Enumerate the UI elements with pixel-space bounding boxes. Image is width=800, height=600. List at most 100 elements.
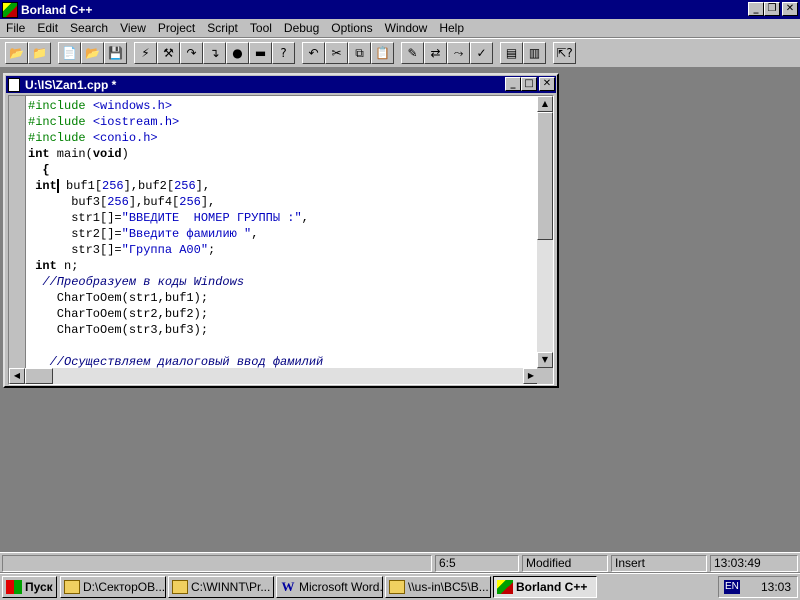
code-line[interactable]: CharToOem(str1,buf1); <box>28 290 538 306</box>
code-editor[interactable]: #include <windows.h> #include <iostream.h… <box>28 98 538 368</box>
taskbar-button-label: Microsoft Word... <box>299 580 383 594</box>
new-file-button[interactable]: 📄 <box>58 42 81 64</box>
evaluate-button[interactable]: ? <box>272 42 295 64</box>
taskbar-button[interactable]: W Microsoft Word... <box>276 576 383 598</box>
cascade-icon: ▥ <box>528 46 541 60</box>
breakpoint-button[interactable]: ● <box>226 42 249 64</box>
code-line[interactable]: #include <windows.h> <box>28 98 538 114</box>
code-token: //Осуществляем диалоговый ввод фамилий <box>28 355 324 368</box>
step-over-button[interactable]: ↷ <box>180 42 203 64</box>
restore-button[interactable]: ❐ <box>764 2 780 16</box>
compile-icon: ⚡ <box>141 46 150 60</box>
taskbar-button-label: D:\СекторОВ... <box>83 580 166 594</box>
document-icon[interactable] <box>8 77 20 92</box>
vertical-scrollbar[interactable]: ▲ ▼ <box>537 96 553 368</box>
start-button[interactable]: Пуск <box>2 576 57 598</box>
status-clock: 13:03:49 <box>710 555 798 572</box>
compile-button[interactable]: ⚡ <box>134 42 157 64</box>
code-line[interactable] <box>28 338 538 354</box>
editor-close-button[interactable]: ✕ <box>539 77 555 91</box>
code-line[interactable]: str2[]="Введите фамилию ", <box>28 226 538 242</box>
editor-window[interactable]: U:\IS\Zan1.cpp * _ □ ✕ #include <windows… <box>3 73 559 388</box>
paste-button[interactable]: 📋 <box>371 42 394 64</box>
undo-button[interactable]: ↶ <box>302 42 325 64</box>
menu-search[interactable]: Search <box>64 21 114 35</box>
taskbar-button[interactable]: D:\СекторОВ... <box>60 576 166 598</box>
code-token: n; <box>56 259 79 273</box>
editor-body[interactable]: #include <windows.h> #include <iostream.h… <box>8 95 554 385</box>
browse-button[interactable]: ✓ <box>470 42 493 64</box>
help-button[interactable]: ⇱? <box>553 42 576 64</box>
scroll-down-icon[interactable]: ▼ <box>537 352 553 368</box>
system-tray: EN 13:03 <box>718 576 798 598</box>
code-token: #include <box>28 99 93 113</box>
code-line[interactable]: CharToOem(str3,buf3); <box>28 322 538 338</box>
menu-project[interactable]: Project <box>152 21 201 35</box>
editor-minimize-button[interactable]: _ <box>505 77 521 91</box>
cut-button[interactable]: ✂ <box>325 42 348 64</box>
language-indicator[interactable]: EN <box>724 580 740 594</box>
app-titlebar[interactable]: Borland C++ _ ❐ ✕ <box>0 0 800 19</box>
code-line[interactable]: //Преобразуем в коды Windows <box>28 274 538 290</box>
taskbar-button[interactable]: Borland C++ <box>493 576 597 598</box>
code-line[interactable]: buf3[256],buf4[256], <box>28 194 538 210</box>
menu-tool[interactable]: Tool <box>244 21 278 35</box>
code-line[interactable]: str3[]="Группа А00"; <box>28 242 538 258</box>
copy-button[interactable]: ⧉ <box>348 42 371 64</box>
code-line[interactable]: #include <iostream.h> <box>28 114 538 130</box>
tray-clock[interactable]: 13:03 <box>761 580 791 594</box>
code-line[interactable]: //Осуществляем диалоговый ввод фамилий <box>28 354 538 368</box>
horizontal-scroll-thumb[interactable] <box>25 368 53 384</box>
code-token: "Группа А00" <box>121 243 209 257</box>
trace-into-button[interactable]: ↴ <box>203 42 226 64</box>
vertical-scroll-thumb[interactable] <box>537 112 553 240</box>
pause-button[interactable]: ▬ <box>249 42 272 64</box>
close-project-button[interactable]: 📁 <box>28 42 51 64</box>
code-line[interactable]: str1[]="ВВЕДИТЕ НОМЕР ГРУППЫ :", <box>28 210 538 226</box>
menu-window[interactable]: Window <box>379 21 434 35</box>
editor-maximize-button[interactable]: □ <box>521 77 537 91</box>
toolbar: 📂 📁 📄 📂 💾 ⚡ ⚒ ↷ ↴ ● ▬? ↶ ✂ ⧉ 📋 ✎ ⇄ ⤳ ✓ ▤ ▥ ⇱? <box>0 38 800 68</box>
menu-edit[interactable]: Edit <box>31 21 64 35</box>
borland-app-icon[interactable] <box>2 1 18 18</box>
close-button[interactable]: ✕ <box>782 2 798 16</box>
code-line[interactable]: { <box>28 162 538 178</box>
menu-script[interactable]: Script <box>201 21 244 35</box>
code-token: CharToOem(str2,buf2); <box>28 307 209 321</box>
cascade-button[interactable]: ▥ <box>523 42 546 64</box>
evaluate-icon: ? <box>280 46 287 60</box>
borland-icon <box>497 580 513 594</box>
replace-button[interactable]: ⇄ <box>424 42 447 64</box>
code-line[interactable]: int main(void) <box>28 146 538 162</box>
code-line[interactable]: #include <conio.h> <box>28 130 538 146</box>
code-line[interactable]: int buf1[256],buf2[256], <box>28 178 538 194</box>
code-token: 256 <box>174 179 196 193</box>
scroll-left-icon[interactable]: ◀ <box>9 368 25 384</box>
tile-button[interactable]: ▤ <box>500 42 523 64</box>
save-file-button[interactable]: 💾 <box>104 42 127 64</box>
menu-file[interactable]: File <box>0 21 31 35</box>
menu-debug[interactable]: Debug <box>278 21 325 35</box>
menu-options[interactable]: Options <box>325 21 378 35</box>
minimize-button[interactable]: _ <box>748 2 764 16</box>
open-project-button[interactable]: 📂 <box>5 42 28 64</box>
taskbar-button[interactable]: \\us-in\BC5\B... <box>385 576 491 598</box>
find-button[interactable]: ✎ <box>401 42 424 64</box>
open-file-button[interactable]: 📂 <box>81 42 104 64</box>
horizontal-scrollbar[interactable]: ◀ ▶ <box>9 368 539 384</box>
code-token: ) <box>121 147 129 161</box>
code-line[interactable]: int n; <box>28 258 538 274</box>
code-token: CharToOem(str1,buf1); <box>28 291 209 305</box>
scroll-up-icon[interactable]: ▲ <box>537 96 553 112</box>
code-line[interactable]: CharToOem(str2,buf2); <box>28 306 538 322</box>
menu-view[interactable]: View <box>114 21 152 35</box>
menu-help[interactable]: Help <box>433 21 470 35</box>
size-grip[interactable] <box>537 368 553 384</box>
editor-gutter[interactable] <box>9 96 26 368</box>
search-again-button[interactable]: ⤳ <box>447 42 470 64</box>
trace-into-icon: ↴ <box>209 46 220 60</box>
editor-titlebar[interactable]: U:\IS\Zan1.cpp * _ □ ✕ <box>6 76 556 93</box>
make-button[interactable]: ⚒ <box>157 42 180 64</box>
app-title: Borland C++ <box>21 2 93 17</box>
taskbar-button[interactable]: C:\WINNT\Pr... <box>168 576 274 598</box>
